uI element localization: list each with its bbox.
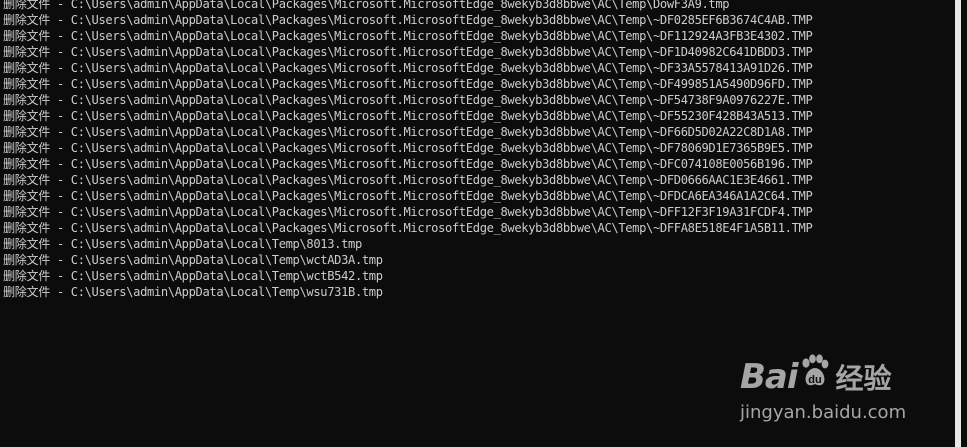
output-line: 删除文件 - C:\Users\admin\AppData\Local\Pack…	[3, 0, 730, 11]
paw-icon: du	[801, 354, 828, 386]
watermark-url: jingyan.baidu.com	[740, 402, 907, 423]
output-line: 删除文件 - C:\Users\admin\AppData\Local\Pack…	[3, 141, 813, 155]
svg-text:du: du	[808, 374, 821, 386]
console-window[interactable]: 删除文件 - C:\Users\admin\AppData\Local\Pack…	[0, 0, 961, 447]
output-line: 删除文件 - C:\Users\admin\AppData\Local\Pack…	[3, 205, 813, 219]
output-line: 删除文件 - C:\Users\admin\AppData\Local\Pack…	[3, 125, 813, 139]
console-output: 删除文件 - C:\Users\admin\AppData\Local\Pack…	[3, 0, 813, 300]
output-line: 删除文件 - C:\Users\admin\AppData\Local\Pack…	[3, 109, 813, 123]
output-line: 删除文件 - C:\Users\admin\AppData\Local\Pack…	[3, 13, 813, 27]
output-line: 删除文件 - C:\Users\admin\AppData\Local\Pack…	[3, 157, 813, 171]
output-line: 删除文件 - C:\Users\admin\AppData\Local\Temp…	[3, 269, 383, 283]
output-line: 删除文件 - C:\Users\admin\AppData\Local\Pack…	[3, 61, 813, 75]
baidu-jingyan-watermark: Bai du 经验 jingyan.baidu.com	[740, 340, 920, 430]
output-line: 删除文件 - C:\Users\admin\AppData\Local\Temp…	[3, 253, 383, 267]
output-line: 删除文件 - C:\Users\admin\AppData\Local\Pack…	[3, 173, 813, 187]
output-line: 删除文件 - C:\Users\admin\AppData\Local\Pack…	[3, 77, 813, 91]
output-line: 删除文件 - C:\Users\admin\AppData\Local\Pack…	[3, 45, 813, 59]
watermark-brand-suffix: 经验	[835, 362, 892, 395]
watermark-logo: Bai du 经验	[740, 354, 892, 398]
output-line: 删除文件 - C:\Users\admin\AppData\Local\Pack…	[3, 93, 813, 107]
output-line: 删除文件 - C:\Users\admin\AppData\Local\Pack…	[3, 29, 813, 43]
output-line: 删除文件 - C:\Users\admin\AppData\Local\Pack…	[3, 189, 813, 203]
output-line: 删除文件 - C:\Users\admin\AppData\Local\Temp…	[3, 285, 383, 299]
watermark-brand-prefix: Bai	[740, 357, 799, 397]
output-line: 删除文件 - C:\Users\admin\AppData\Local\Temp…	[3, 237, 362, 251]
vertical-scrollbar[interactable]	[955, 0, 961, 447]
output-line: 删除文件 - C:\Users\admin\AppData\Local\Pack…	[3, 221, 813, 235]
